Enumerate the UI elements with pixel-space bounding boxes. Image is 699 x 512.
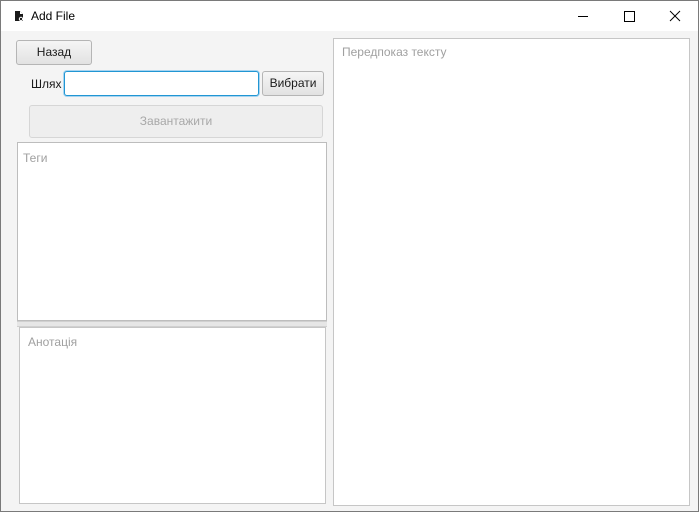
close-button[interactable] [652,1,698,31]
maximize-button[interactable] [606,1,652,31]
preview-placeholder: Передпоказ тексту [342,45,447,59]
minimize-icon [578,16,588,17]
tags-textarea[interactable]: Теги [17,142,327,321]
path-input[interactable] [64,71,259,96]
tags-placeholder: Теги [23,151,48,165]
path-label: Шлях [31,77,62,91]
annotation-textarea[interactable]: Анотація [19,327,326,504]
back-button[interactable]: Назад [16,40,92,65]
add-file-window: Add File Назад Шлях Вибрати Завантажити … [0,0,699,512]
close-icon [669,10,681,22]
window-title: Add File [31,9,76,23]
file-app-icon [12,9,26,23]
upload-button[interactable]: Завантажити [29,105,323,138]
annotation-placeholder: Анотація [28,335,78,349]
choose-file-button[interactable]: Вибрати [262,71,324,96]
maximize-icon [624,11,635,22]
text-preview-area[interactable]: Передпоказ тексту [333,38,690,506]
title-bar[interactable]: Add File [1,1,698,31]
minimize-button[interactable] [560,1,606,31]
